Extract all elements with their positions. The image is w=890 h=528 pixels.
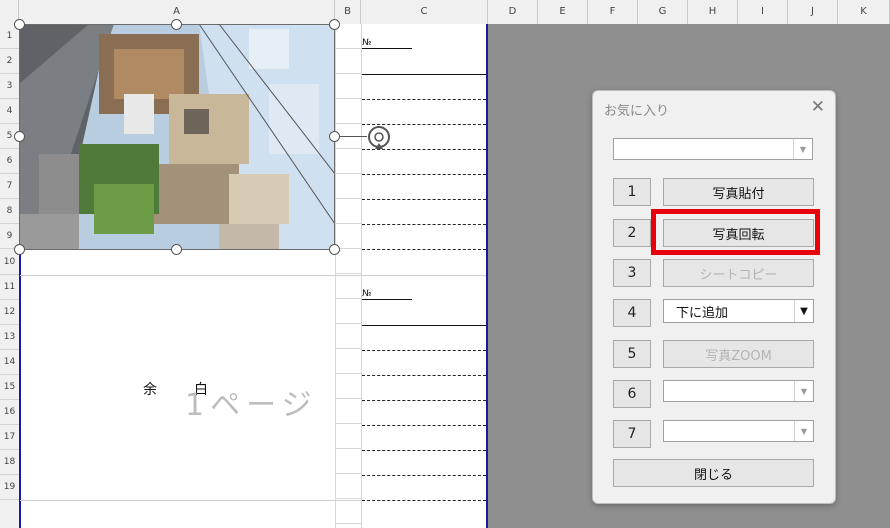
- row-header[interactable]: 3: [0, 74, 19, 99]
- paste-photo-button[interactable]: 写真貼付: [663, 178, 814, 206]
- grid-line: [20, 275, 486, 276]
- close-icon[interactable]: ✕: [811, 97, 825, 117]
- row-header-bar: 1 2 3 4 5 6 7 8 9 10 11 12 13 14 15 16 1…: [0, 24, 20, 528]
- resize-handle[interactable]: [171, 244, 182, 255]
- row-header[interactable]: 11: [0, 275, 19, 300]
- column-header-e[interactable]: E: [538, 0, 588, 24]
- number-button-5[interactable]: 5: [613, 340, 651, 368]
- rotate-photo-button[interactable]: 写真回転: [663, 219, 814, 247]
- dashed-line: [362, 174, 486, 175]
- dashed-line: [362, 199, 486, 200]
- grid-line: [20, 500, 361, 501]
- row-header[interactable]: 6: [0, 149, 19, 174]
- grid-lines-col-b: [336, 24, 361, 528]
- column-header-j[interactable]: J: [788, 0, 838, 24]
- no-underline: [362, 299, 412, 300]
- chevron-down-icon[interactable]: ▼: [794, 381, 813, 401]
- dashed-line: [362, 249, 486, 250]
- dialog-title: お気に入り: [604, 104, 670, 119]
- resize-handle[interactable]: [14, 244, 25, 255]
- column-header-h[interactable]: H: [688, 0, 738, 24]
- dashed-line: [362, 99, 486, 100]
- sheet-copy-button[interactable]: シートコピー: [663, 259, 814, 287]
- dashed-line: [362, 375, 486, 376]
- column-header-f[interactable]: F: [588, 0, 638, 24]
- number-label: №: [362, 38, 372, 48]
- row-header[interactable]: 2: [0, 49, 19, 74]
- row-header[interactable]: 8: [0, 199, 19, 224]
- number-button-2[interactable]: 2: [613, 219, 651, 247]
- no-underline: [362, 48, 412, 49]
- row-header[interactable]: 7: [0, 174, 19, 199]
- row-header[interactable]: [0, 500, 19, 528]
- row-header[interactable]: 4: [0, 99, 19, 124]
- column-header-d[interactable]: D: [488, 0, 538, 24]
- column-header-bar: A B C D E F G H I J K: [0, 0, 890, 25]
- combo-value: 下に追加: [676, 306, 729, 321]
- dashed-line: [362, 350, 486, 351]
- resize-handle[interactable]: [14, 19, 25, 30]
- solid-line: [362, 74, 486, 75]
- add-below-combo[interactable]: 下に追加 ▼: [663, 299, 814, 323]
- favorites-dialog: お気に入り ✕ ▼ 1 写真貼付 2 写真回転 3 シートコピー 4 下に追加 …: [592, 90, 836, 504]
- chevron-down-icon[interactable]: ▼: [793, 139, 812, 159]
- column-header-i[interactable]: I: [738, 0, 788, 24]
- column-header-g[interactable]: G: [638, 0, 688, 24]
- dashed-line: [362, 224, 486, 225]
- resize-handle[interactable]: [329, 19, 340, 30]
- resize-handle[interactable]: [329, 244, 340, 255]
- rotate-handle-icon[interactable]: [366, 124, 392, 150]
- resize-handle[interactable]: [171, 19, 182, 30]
- resize-handle[interactable]: [329, 131, 340, 142]
- number-button-1[interactable]: 1: [613, 178, 651, 206]
- margin-char: 余: [143, 382, 157, 398]
- rotate-handle-connector: [340, 136, 367, 137]
- number-label: №: [362, 289, 372, 299]
- option-7-combo[interactable]: ▼: [663, 420, 814, 442]
- column-header-c[interactable]: C: [361, 0, 488, 24]
- dashed-line: [362, 425, 486, 426]
- number-button-7[interactable]: 7: [613, 420, 651, 448]
- favorites-combo[interactable]: ▼: [613, 138, 813, 160]
- number-button-6[interactable]: 6: [613, 380, 651, 408]
- page-number-label: 1ページ: [185, 388, 318, 423]
- solid-line: [362, 325, 486, 326]
- row-header[interactable]: 14: [0, 350, 19, 375]
- chevron-down-icon[interactable]: ▼: [794, 421, 813, 441]
- number-button-3[interactable]: 3: [613, 259, 651, 287]
- photo-image[interactable]: [19, 24, 335, 250]
- row-header[interactable]: 16: [0, 400, 19, 425]
- dashed-line: [362, 400, 486, 401]
- column-header-k[interactable]: K: [838, 0, 890, 24]
- photo-zoom-button[interactable]: 写真ZOOM: [663, 340, 814, 368]
- row-header[interactable]: 18: [0, 450, 19, 475]
- row-header[interactable]: 15: [0, 375, 19, 400]
- dashed-line: [362, 475, 486, 476]
- row-header[interactable]: 13: [0, 325, 19, 350]
- close-dialog-button[interactable]: 閉じる: [613, 459, 814, 487]
- row-header[interactable]: 17: [0, 425, 19, 450]
- dashed-line: [362, 450, 486, 451]
- chevron-down-icon[interactable]: ▼: [794, 300, 813, 322]
- row-header[interactable]: 19: [0, 475, 19, 500]
- number-button-4[interactable]: 4: [613, 299, 651, 327]
- resize-handle[interactable]: [14, 131, 25, 142]
- dashed-line: [362, 500, 486, 501]
- option-6-combo[interactable]: ▼: [663, 380, 814, 402]
- row-header[interactable]: 12: [0, 300, 19, 325]
